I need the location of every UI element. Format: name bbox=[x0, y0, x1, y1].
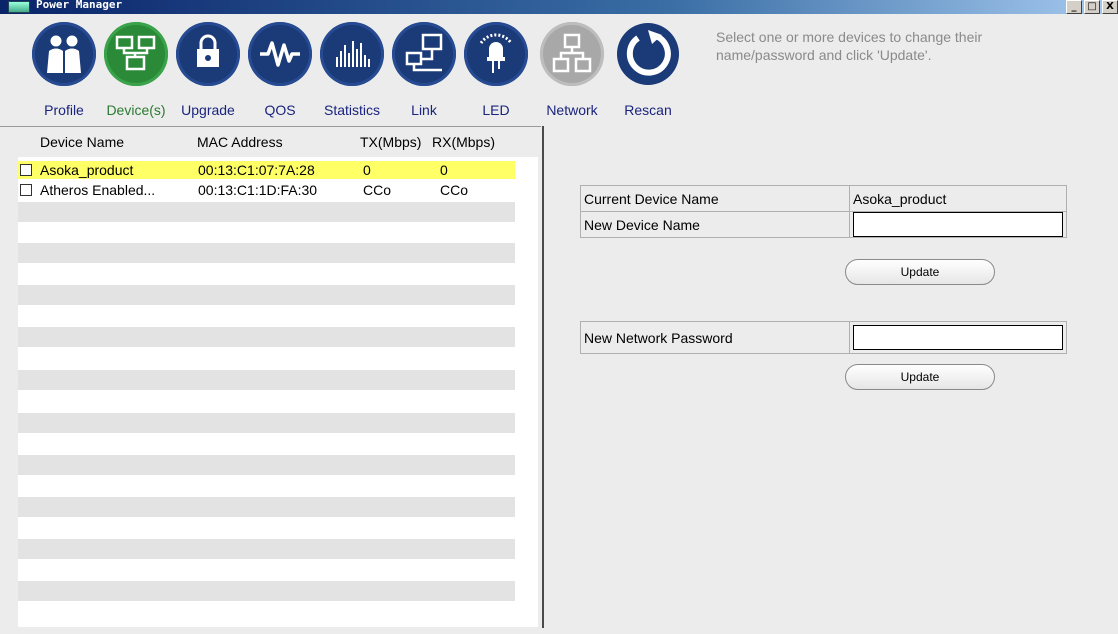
toolbar-upgrade-button[interactable]: Upgrade bbox=[176, 22, 240, 118]
new-device-name-input[interactable] bbox=[853, 212, 1063, 237]
update-password-button[interactable]: Update bbox=[845, 364, 995, 390]
app-icon bbox=[8, 1, 30, 13]
device-checkbox[interactable] bbox=[20, 164, 32, 176]
maximize-button[interactable]: □ bbox=[1084, 0, 1100, 14]
list-stripe bbox=[18, 327, 515, 347]
toolbar-rescan-button[interactable]: Rescan bbox=[616, 22, 680, 118]
window-title: Power Manager bbox=[36, 0, 123, 11]
people-icon bbox=[32, 22, 96, 86]
network-icon bbox=[540, 22, 604, 86]
link-icon bbox=[392, 22, 456, 86]
list-stripe bbox=[18, 202, 515, 222]
list-stripe bbox=[18, 413, 515, 433]
device-rx: 0 bbox=[440, 162, 448, 178]
toolbar-led-button[interactable]: LED bbox=[464, 22, 528, 118]
list-stripe bbox=[18, 497, 515, 517]
new-network-password-input[interactable] bbox=[853, 325, 1063, 350]
toolbar-qos-button[interactable]: QOS bbox=[248, 22, 312, 118]
toolbar: Profile Device(s) Upgrade QOS Statistics… bbox=[0, 14, 1118, 126]
current-device-name-value: Asoka_product bbox=[849, 185, 1067, 212]
column-header-device-name[interactable]: Device Name bbox=[40, 134, 124, 150]
update-device-name-button[interactable]: Update bbox=[845, 259, 995, 285]
toolbar-label: QOS bbox=[264, 102, 296, 118]
rescan-icon bbox=[616, 22, 680, 86]
device-edit-panel: Current Device Name Asoka_product New De… bbox=[545, 126, 1118, 634]
toolbar-label: Link bbox=[411, 102, 437, 118]
list-stripe bbox=[18, 581, 515, 601]
toolbar-network-button[interactable]: Network bbox=[540, 22, 604, 118]
led-icon bbox=[464, 22, 528, 86]
instructions-text: Select one or more devices to change the… bbox=[716, 29, 983, 63]
list-stripe bbox=[18, 539, 515, 559]
statistics-icon bbox=[320, 22, 384, 86]
new-device-name-label: New Device Name bbox=[580, 211, 850, 238]
device-name: Asoka_product bbox=[40, 162, 134, 178]
close-button[interactable]: X bbox=[1102, 0, 1118, 14]
minimize-button[interactable]: _ bbox=[1066, 0, 1082, 14]
qos-icon bbox=[248, 22, 312, 86]
title-bar: Power Manager _ □ X bbox=[0, 0, 1118, 14]
network-password-form: New Network Password bbox=[580, 321, 1067, 354]
current-device-name-label: Current Device Name bbox=[580, 185, 850, 212]
list-stripe bbox=[18, 243, 515, 263]
list-stripe bbox=[18, 370, 515, 390]
toolbar-label: Rescan bbox=[624, 102, 672, 118]
toolbar-label: Device(s) bbox=[106, 102, 166, 118]
list-stripe bbox=[18, 455, 515, 475]
device-mac: 00:13:C1:1D:FA:30 bbox=[198, 182, 318, 198]
window-controls: _ □ X bbox=[1064, 0, 1118, 14]
toolbar-statistics-button[interactable]: Statistics bbox=[320, 22, 384, 118]
devices-icon bbox=[104, 22, 168, 86]
device-list: Asoka_product 00:13:C1:07:7A:28 0 0 Athe… bbox=[18, 157, 538, 627]
device-name-form: Current Device Name Asoka_product New De… bbox=[580, 185, 1067, 238]
panel-divider[interactable] bbox=[542, 126, 544, 628]
toolbar-label: Network bbox=[546, 102, 598, 118]
device-row[interactable]: Atheros Enabled... 00:13:C1:1D:FA:30 CCo… bbox=[18, 181, 515, 199]
device-checkbox[interactable] bbox=[20, 184, 32, 196]
toolbar-label: Upgrade bbox=[181, 102, 235, 118]
device-row[interactable]: Asoka_product 00:13:C1:07:7A:28 0 0 bbox=[18, 161, 515, 179]
toolbar-label: Statistics bbox=[323, 102, 380, 118]
toolbar-profile-button[interactable]: Profile bbox=[32, 22, 96, 118]
device-list-header: Device Name MAC Address TX(Mbps) RX(Mbps… bbox=[0, 127, 541, 157]
column-header-tx[interactable]: TX(Mbps) bbox=[360, 134, 421, 150]
column-header-mac-address[interactable]: MAC Address bbox=[197, 134, 283, 150]
toolbar-link-button[interactable]: Link bbox=[392, 22, 456, 118]
toolbar-devices-button[interactable]: Device(s) bbox=[104, 22, 168, 118]
device-name: Atheros Enabled... bbox=[40, 182, 156, 198]
device-list-panel: Device Name MAC Address TX(Mbps) RX(Mbps… bbox=[0, 126, 541, 628]
toolbar-label: Profile bbox=[44, 102, 84, 118]
new-network-password-label: New Network Password bbox=[580, 321, 850, 354]
device-tx: CCo bbox=[363, 182, 392, 198]
device-mac: 00:13:C1:07:7A:28 bbox=[198, 162, 315, 178]
column-header-rx[interactable]: RX(Mbps) bbox=[432, 134, 495, 150]
list-stripe bbox=[18, 285, 515, 305]
upgrade-icon bbox=[176, 22, 240, 86]
toolbar-label: LED bbox=[482, 102, 510, 118]
device-rx: CCo bbox=[440, 182, 469, 198]
device-tx: 0 bbox=[363, 162, 371, 178]
